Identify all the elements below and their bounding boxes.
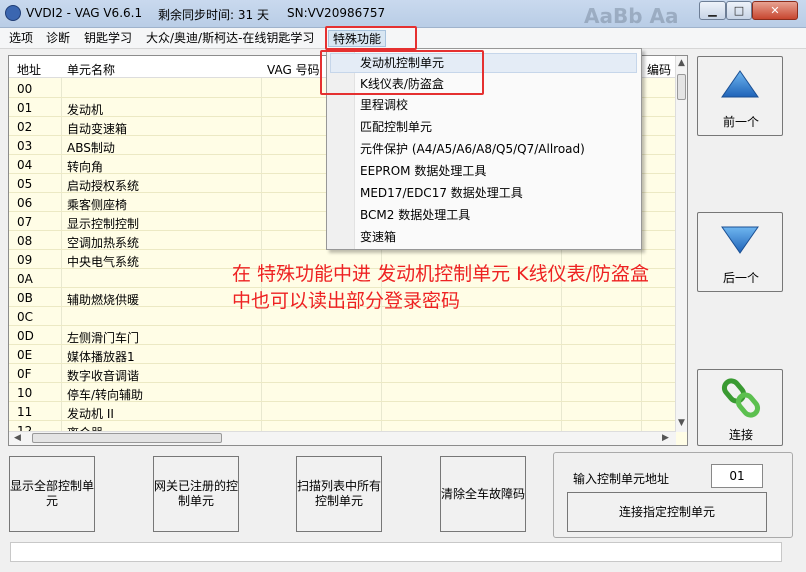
unit-address-input[interactable]: 01 [711, 464, 763, 488]
show-all-units-button[interactable]: 显示全部控制单元 [9, 456, 95, 532]
cell-address: 01 [17, 101, 33, 115]
gateway-registered-units-button[interactable]: 网关已注册的控制单元 [153, 456, 239, 532]
cell-address: 0D [17, 329, 34, 343]
scroll-left-arrow-icon[interactable]: ◀ [14, 433, 21, 443]
cell-unit-name: 启动授权系统 [67, 179, 140, 193]
down-arrow-icon [721, 226, 759, 254]
cell-unit-name: 显示控制控制 [67, 217, 140, 231]
menu-item-match-control-unit[interactable]: 匹配控制单元 [360, 117, 432, 137]
vertical-scrollbar[interactable] [675, 56, 687, 432]
cell-address: 06 [17, 196, 33, 210]
cell-address: 05 [17, 177, 33, 191]
cell-address: 12 [17, 424, 33, 431]
horizontal-scroll-thumb[interactable] [32, 433, 222, 443]
cell-address: 0A [17, 272, 33, 286]
menu-item-bcm2-tool[interactable]: BCM2 数据处理工具 [360, 205, 470, 225]
cell-address: 0B [17, 291, 33, 305]
status-bar [10, 542, 782, 562]
unit-address-label: 输入控制单元地址 [573, 472, 670, 486]
cell-unit-name: 发动机 [67, 103, 104, 117]
connect-label: 连接 [728, 428, 753, 442]
cell-address: 0C [17, 310, 34, 324]
cell-unit-name: 乘客侧座椅 [67, 198, 128, 212]
chain-link-icon [721, 378, 761, 418]
previous-button[interactable]: 前一个 [697, 56, 783, 136]
scroll-right-arrow-icon[interactable]: ▶ [662, 433, 669, 443]
menu-item-eeprom-tool[interactable]: EEPROM 数据处理工具 [360, 161, 486, 181]
menu-item-med17-edc17-tool[interactable]: MED17/EDC17 数据处理工具 [360, 183, 523, 203]
cell-unit-name: 左侧滑门车门 [67, 331, 140, 345]
connect-specific-unit-button[interactable]: 连接指定控制单元 [567, 492, 767, 532]
menu-item-mileage-adjust[interactable]: 里程调校 [360, 95, 408, 115]
cell-unit-name: 数字收音调谐 [67, 369, 140, 383]
cell-unit-name: 媒体播放器1 [67, 350, 135, 364]
cell-address: 11 [17, 405, 33, 419]
cell-address: 00 [17, 82, 33, 96]
scroll-up-arrow-icon[interactable]: ▲ [678, 58, 685, 68]
clear-all-dtc-button[interactable]: 清除全车故障码 [440, 456, 526, 532]
cell-address: 03 [17, 139, 33, 153]
table-row[interactable] [9, 421, 678, 431]
cell-address: 09 [17, 253, 33, 267]
cell-unit-name: 空调加热系统 [67, 236, 140, 250]
cell-address: 08 [17, 234, 33, 248]
cell-address: 02 [17, 120, 33, 134]
cell-unit-name: ABS制动 [67, 141, 115, 155]
cell-unit-name: 发动机 II [67, 407, 114, 421]
vertical-scroll-thumb[interactable] [677, 74, 686, 100]
cell-unit-name: 转向角 [67, 160, 104, 174]
cell-address: 0E [17, 348, 33, 362]
scan-all-units-button[interactable]: 扫描列表中所有控制单元 [296, 456, 382, 532]
cell-unit-name: 自动变速箱 [67, 122, 128, 136]
menu-item-transmission[interactable]: 变速箱 [360, 227, 396, 247]
up-arrow-icon [721, 70, 759, 98]
menu-item-component-protection[interactable]: 元件保护 (A4/A5/A6/A8/Q5/Q7/Allroad) [360, 139, 585, 159]
cell-address: 04 [17, 158, 33, 172]
next-button[interactable]: 后一个 [697, 212, 783, 292]
highlight-box-menu-items [320, 50, 484, 95]
next-label: 后一个 [722, 271, 759, 285]
annotation-line-1: 在 特殊功能中进 发动机控制单元 K线仪表/防盗盒 [232, 263, 649, 285]
cell-unit-name: 中央电气系统 [67, 255, 140, 269]
highlight-box-special-functions [325, 26, 417, 50]
cell-address: 0F [17, 367, 32, 381]
cell-unit-name: 辅助燃烧供暖 [67, 293, 140, 307]
annotation-line-2: 中也可以读出部分登录密码 [232, 290, 461, 312]
cell-unit-name: 离合器 [67, 424, 103, 431]
cell-address: 07 [17, 215, 33, 229]
cell-unit-name: 停车/转向辅助 [67, 388, 144, 402]
scroll-down-arrow-icon[interactable]: ▼ [678, 418, 685, 428]
cell-address: 10 [17, 386, 33, 400]
previous-label: 前一个 [722, 115, 759, 129]
connect-button[interactable]: 连接 [697, 369, 783, 446]
